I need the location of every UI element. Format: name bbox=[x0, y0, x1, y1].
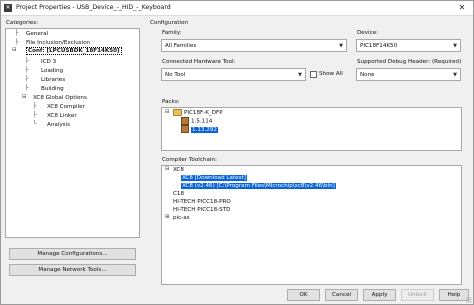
category-xc8-global-options[interactable]: XC8 Global Options bbox=[33, 95, 87, 101]
tree-line-icon: ├ bbox=[33, 112, 37, 118]
connected-hardware-label: Connected Hardware Tool: bbox=[162, 59, 236, 65]
pack-version-2-label: 1.13.292 bbox=[191, 126, 218, 133]
toolchain-hitech-std[interactable]: HI-TECH PICC18-STD bbox=[173, 207, 230, 213]
family-select[interactable]: All Families ▼ bbox=[161, 39, 347, 52]
category-libraries[interactable]: Libraries bbox=[41, 77, 65, 83]
help-button[interactable]: Help bbox=[439, 289, 469, 301]
category-analysis[interactable]: Analysis bbox=[47, 122, 70, 128]
pack-root-label: PIC18F-K_DFP bbox=[184, 110, 223, 116]
collapse-icon[interactable]: ⊟ bbox=[165, 166, 170, 172]
collapse-icon[interactable]: ⊟ bbox=[165, 109, 170, 115]
tree-line-icon: ├ bbox=[33, 103, 37, 109]
configuration-label: Configuration bbox=[150, 20, 188, 26]
tree-line-icon: ├ bbox=[25, 58, 29, 64]
chevron-down-icon: ▼ bbox=[298, 72, 302, 78]
package-icon bbox=[181, 117, 189, 125]
show-all-checkbox[interactable] bbox=[310, 71, 317, 78]
categories-tree: ├ General ├ File Inclusion/Exclusion ⊟ C… bbox=[5, 28, 140, 238]
folder-icon bbox=[173, 109, 182, 116]
family-value: All Families bbox=[165, 43, 197, 49]
packs-label: Packs: bbox=[162, 99, 180, 105]
device-select[interactable]: PIC18F14K50 ▼ bbox=[356, 39, 461, 52]
unlock-button[interactable]: Unlock bbox=[401, 289, 434, 301]
chevron-down-icon: ▼ bbox=[339, 43, 343, 49]
pack-version-1[interactable]: 1.5.114 bbox=[181, 117, 212, 125]
manage-network-tools-button[interactable]: Manage Network Tools... bbox=[9, 264, 136, 276]
window-title: Project Properties - USB_Device_-_HID_-_… bbox=[16, 4, 171, 11]
compiler-toolchain-label: Compiler Toolchain: bbox=[162, 157, 217, 163]
toolchain-xc8-v246[interactable]: XC8 (v2.46) [C:\Program Files\Microchip\… bbox=[181, 183, 336, 189]
category-icd3[interactable]: ICD 3 bbox=[41, 59, 56, 65]
pack-version-1-label: 1.5.114 bbox=[191, 118, 213, 125]
connected-hardware-value: No Tool bbox=[165, 72, 186, 78]
ok-button[interactable]: OK bbox=[287, 289, 320, 301]
toolchain-c18[interactable]: C18 bbox=[173, 191, 184, 197]
debug-header-select[interactable]: None ▼ bbox=[356, 68, 461, 81]
category-xc8-linker[interactable]: XC8 Linker bbox=[47, 113, 77, 119]
chevron-down-icon: ▼ bbox=[453, 43, 457, 49]
close-icon[interactable]: ✕ bbox=[451, 1, 473, 15]
debug-header-value: None bbox=[360, 72, 375, 78]
device-label: Device: bbox=[357, 30, 379, 36]
toolchain-xc8-download-label: XC8 [Download Latest] bbox=[181, 175, 247, 181]
cancel-button[interactable]: Cancel bbox=[325, 289, 358, 301]
chevron-down-icon: ▼ bbox=[453, 72, 457, 78]
resize-grip-icon[interactable] bbox=[466, 297, 472, 303]
collapse-icon[interactable]: ⊟ bbox=[12, 47, 17, 53]
toolchain-xc8[interactable]: XC8 bbox=[173, 167, 184, 173]
tree-line-icon: ├ bbox=[25, 76, 29, 82]
title-bar: ✕ Project Properties - USB_Device_-_HID_… bbox=[1, 1, 473, 16]
toolchain-xc8-download[interactable]: XC8 [Download Latest] bbox=[181, 175, 247, 181]
family-label: Family: bbox=[162, 30, 182, 36]
tree-line-icon: ├ bbox=[25, 67, 29, 73]
connected-hardware-select[interactable]: No Tool ▼ bbox=[161, 68, 306, 81]
expand-icon[interactable]: ⊞ bbox=[165, 214, 170, 220]
manage-configurations-button[interactable]: Manage Configurations... bbox=[9, 248, 136, 260]
category-conf-label: Conf: [LPCUSBDK_18F14K50] bbox=[26, 47, 122, 55]
debug-header-required: (Required) bbox=[432, 59, 462, 65]
category-file-inclusion[interactable]: File Inclusion/Exclusion bbox=[26, 40, 90, 46]
show-all-label: Show All bbox=[319, 71, 343, 77]
category-building[interactable]: Building bbox=[41, 86, 64, 92]
debug-header-label: Supported Debug Header: (Required) bbox=[357, 59, 461, 65]
category-loading[interactable]: Loading bbox=[41, 68, 63, 74]
toolchain-hitech-pro[interactable]: HI-TECH PICC18-PRO bbox=[173, 199, 231, 205]
toolchain-xc8-v246-label: XC8 (v2.46) [C:\Program Files\Microchip\… bbox=[181, 183, 336, 189]
apply-button[interactable]: Apply bbox=[363, 289, 396, 301]
tree-line-icon: ├ bbox=[15, 39, 19, 45]
device-value: PIC18F14K50 bbox=[360, 43, 398, 49]
tree-line-icon: └ bbox=[33, 121, 37, 127]
category-conf[interactable]: Conf: [LPCUSBDK_18F14K50] bbox=[26, 47, 122, 55]
pack-root[interactable]: PIC18F-K_DFP bbox=[173, 109, 223, 116]
category-general[interactable]: General bbox=[26, 31, 48, 37]
pack-version-2[interactable]: 1.13.292 bbox=[181, 125, 218, 133]
categories-label: Categories: bbox=[6, 20, 39, 26]
category-xc8-compiler[interactable]: XC8 Compiler bbox=[47, 104, 85, 110]
toolchain-pic-as[interactable]: pic-as bbox=[173, 215, 190, 221]
project-properties-window: ✕ Project Properties - USB_Device_-_HID_… bbox=[0, 0, 474, 305]
compiler-toolchain-tree: ⊟ XC8 XC8 [Download Latest] XC8 (v2.46) … bbox=[161, 165, 462, 285]
app-icon: ✕ bbox=[4, 4, 12, 12]
packs-tree: ⊟ PIC18F-K_DFP 1.5.114 1.13.292 bbox=[161, 107, 462, 151]
tree-line-icon: ├ bbox=[25, 85, 29, 91]
debug-header-text: Supported Debug Header: bbox=[357, 59, 431, 65]
collapse-icon[interactable]: ⊟ bbox=[22, 94, 27, 100]
tree-line-icon: ├ bbox=[15, 30, 19, 36]
package-icon bbox=[181, 125, 189, 133]
